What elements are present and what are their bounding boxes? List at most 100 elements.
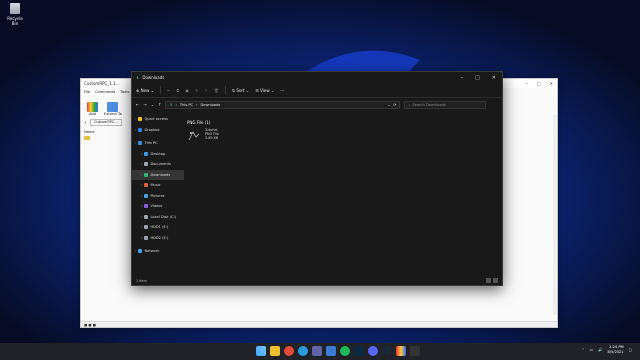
parent-folder-icon[interactable] [84, 136, 90, 140]
chevron-right-icon[interactable]: › [141, 194, 142, 198]
status-bar: 1 item [136, 279, 147, 283]
archive-add-icon [87, 102, 98, 112]
recent-chevron-icon[interactable]: ⌄ [151, 102, 154, 107]
forward-arrow-icon[interactable]: → [143, 102, 146, 107]
sidebar-item-label: HDD2 (E:) [150, 235, 169, 240]
folder-icon [144, 214, 149, 219]
menu-tools[interactable]: Tools [120, 90, 129, 94]
back-arrow-icon[interactable]: ← [136, 102, 139, 107]
navigation-pane[interactable]: › Quick access › Dropbox › This PC › Desktop › Do… [132, 114, 184, 270]
scrollbar[interactable] [553, 115, 557, 315]
sidebar-item-quick-access[interactable]: › Quick access [132, 114, 184, 125]
archive-app-icon[interactable] [396, 346, 406, 356]
breadcrumb-this-pc[interactable]: This PC [180, 103, 193, 107]
sidebar-item-dropbox[interactable]: › Dropbox [132, 125, 184, 136]
edge-icon[interactable] [298, 346, 308, 356]
menu-file[interactable]: File [84, 90, 90, 94]
sort-button[interactable]: ⇅ Sort ⌄ [232, 88, 249, 93]
address-bar[interactable]: ⬇ › This PC › Downloads ⌄ ⟳ [165, 100, 401, 109]
sidebar-item-local-disk-c[interactable]: › Local Disk (C:) [132, 212, 184, 223]
close-icon[interactable]: ✕ [550, 81, 553, 86]
menu-commands[interactable]: Commands [95, 90, 115, 94]
copy-icon[interactable]: ⧉ [176, 88, 179, 93]
teams-icon[interactable] [312, 346, 322, 356]
sidebar-item-label: Music [150, 183, 161, 188]
sidebar-item-hdd2-e[interactable]: › HDD2 (E:) [132, 233, 184, 244]
extract-to-button[interactable]: Extract To [104, 102, 122, 116]
notifications-icon[interactable]: ▢ [629, 348, 632, 352]
plus-icon: ⊕ [136, 87, 140, 93]
archive-path[interactable]: CustomRPC... [89, 119, 122, 126]
share-icon[interactable]: ⇪ [204, 88, 207, 93]
spotify-icon[interactable] [340, 346, 350, 356]
close-icon[interactable]: ✕ [492, 75, 496, 81]
sidebar-item-label: Network [144, 249, 160, 254]
sidebar-item-network[interactable]: › Network [132, 246, 184, 257]
folder-icon [144, 151, 149, 156]
discord-icon[interactable] [368, 346, 378, 356]
chrome-icon[interactable] [284, 346, 294, 356]
search-input[interactable]: ⌕ Search Downloads [404, 100, 487, 109]
delete-icon[interactable]: 🗑 [214, 88, 219, 93]
file-explorer-window[interactable]: ⬇ Downloads – □ ✕ ⊕ New ⌄ ✂ ⧉ ▣ ✎ ⇪ 🗑 ⇅ So… [131, 71, 503, 286]
store-icon[interactable] [326, 346, 336, 356]
chevron-right-icon[interactable]: › [141, 152, 142, 156]
chevron-right-icon[interactable]: › [141, 215, 142, 219]
chevron-right-icon[interactable]: › [141, 225, 142, 229]
cut-icon[interactable]: ✂ [167, 88, 170, 93]
folder-icon [144, 204, 149, 209]
clock[interactable]: 2:24 PM 8/5/2021 [607, 345, 623, 355]
start-icon[interactable] [256, 346, 266, 356]
chevron-right-icon[interactable]: › [141, 183, 142, 187]
sidebar-item-hdd1-e[interactable]: › HDD1 (E:) [132, 222, 184, 233]
folder-icon [138, 127, 143, 132]
breadcrumb-downloads[interactable]: Downloads [201, 103, 221, 107]
sidebar-item-downloads[interactable]: › Downloads [132, 169, 184, 180]
sidebar-item-videos[interactable]: › Videos [132, 201, 184, 212]
more-options-button[interactable]: ··· [280, 88, 284, 93]
minimize-icon[interactable]: – [526, 81, 528, 86]
chevron-right-icon[interactable]: › [135, 117, 136, 121]
minimize-icon[interactable]: – [461, 75, 464, 81]
chevron-up-icon[interactable]: ⌃ [582, 348, 585, 352]
steam-icon[interactable] [382, 346, 392, 356]
sidebar-item-music[interactable]: › Music [132, 180, 184, 191]
volume-icon[interactable]: 🔊 [598, 348, 602, 352]
chevron-right-icon[interactable]: › [141, 173, 142, 177]
maximize-icon[interactable]: □ [475, 75, 480, 81]
chevron-right-icon[interactable]: › [141, 204, 142, 208]
sidebar-item-pictures[interactable]: › Pictures [132, 191, 184, 202]
photoshop-icon[interactable] [354, 346, 364, 356]
chevron-right-icon[interactable]: › [135, 141, 136, 145]
refresh-icon[interactable]: ⟳ [393, 103, 396, 107]
details-view-icon[interactable] [486, 278, 491, 283]
chevron-down-icon[interactable]: ⌄ [387, 103, 390, 107]
system-tray[interactable]: ⌃ ▭ 🔊 2:24 PM 8/5/2021 ▢ [582, 345, 632, 355]
sidebar-item-documents[interactable]: › Documents [132, 159, 184, 170]
chevron-right-icon[interactable]: › [135, 128, 136, 132]
chevron-right-icon[interactable]: › [141, 162, 142, 166]
rename-icon[interactable]: ✎ [195, 88, 198, 93]
tiles-view-icon[interactable] [493, 278, 498, 283]
maximize-icon[interactable]: □ [537, 81, 541, 86]
terminal-icon[interactable] [410, 346, 420, 356]
sidebar-item-label: Videos [150, 204, 163, 209]
sidebar-item-label: Documents [150, 162, 171, 167]
file-explorer-icon[interactable] [270, 346, 280, 356]
recycle-bin-shortcut[interactable]: Recycle Bin [4, 3, 26, 26]
network-icon[interactable]: ▭ [590, 348, 593, 352]
up-arrow-icon[interactable]: ↑ [158, 102, 161, 107]
new-button[interactable]: ⊕ New ⌄ [136, 88, 154, 93]
chevron-right-icon[interactable]: › [141, 236, 142, 240]
sidebar-item-desktop[interactable]: › Desktop [132, 149, 184, 160]
paste-icon[interactable]: ▣ [185, 88, 189, 93]
chevron-right-icon[interactable]: › [135, 249, 136, 253]
file-item[interactable]: Tutorial PNG File 3.89 KB [187, 128, 219, 144]
view-button[interactable]: ☰ View ⌄ [255, 88, 274, 93]
file-list[interactable]: PNG File (1) Tutorial PNG File 3.89 KB [187, 120, 219, 144]
up-arrow-icon[interactable]: ↑ [84, 121, 87, 125]
sidebar-item-label: Dropbox [144, 127, 160, 132]
sidebar-item-this-pc[interactable]: › This PC [132, 138, 184, 149]
add-button[interactable]: Add [87, 102, 98, 116]
group-header[interactable]: PNG File (1) [187, 120, 219, 125]
